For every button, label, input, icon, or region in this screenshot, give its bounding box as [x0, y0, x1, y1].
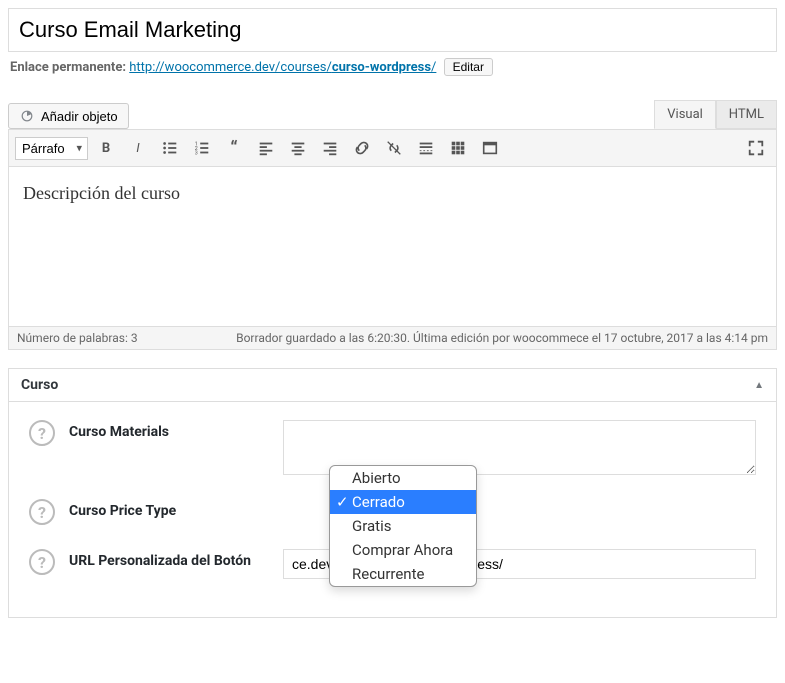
permalink-link[interactable]: http://woocommerce.dev/courses/curso-wor…	[129, 60, 436, 75]
format-select[interactable]: Párrafo	[15, 137, 88, 160]
option-abierto[interactable]: Abierto	[330, 466, 476, 490]
tab-html[interactable]: HTML	[716, 100, 777, 129]
media-icon	[19, 108, 35, 124]
collapse-icon: ▲	[754, 380, 764, 391]
align-right-button[interactable]	[316, 134, 344, 162]
help-icon[interactable]: ?	[29, 420, 55, 446]
price-type-dropdown: Abierto Cerrado Gratis Comprar Ahora Rec…	[329, 465, 477, 587]
word-count-label: Número de palabras: 3	[17, 331, 138, 345]
editor-content-area[interactable]: Descripción del curso	[8, 167, 777, 327]
price-type-label: Curso Price Type	[69, 499, 269, 519]
materials-label: Curso Materials	[69, 420, 269, 440]
toolbar-toggle-button[interactable]	[444, 134, 472, 162]
fullscreen-button[interactable]	[742, 134, 770, 162]
curso-metabox: Curso ▲ ? Curso Materials ? Curso Price …	[8, 368, 777, 618]
edit-slug-button[interactable]: Editar	[444, 58, 493, 76]
italic-button[interactable]: I	[124, 134, 152, 162]
link-button[interactable]	[348, 134, 376, 162]
align-left-button[interactable]	[252, 134, 280, 162]
insert-more-button[interactable]	[412, 134, 440, 162]
option-cerrado[interactable]: Cerrado	[330, 490, 476, 514]
post-title-input[interactable]	[8, 8, 777, 52]
blockquote-button[interactable]: “	[220, 134, 248, 162]
option-gratis[interactable]: Gratis	[330, 514, 476, 538]
save-status-label: Borrador guardado a las 6:20:30. Última …	[236, 331, 768, 345]
add-media-button[interactable]: Añadir objeto	[8, 103, 129, 129]
help-icon[interactable]: ?	[29, 499, 55, 525]
permalink-label: Enlace permanente:	[10, 60, 126, 75]
help-icon[interactable]: ?	[29, 549, 55, 575]
tab-visual[interactable]: Visual	[654, 100, 716, 129]
align-center-button[interactable]	[284, 134, 312, 162]
bullet-list-button[interactable]	[156, 134, 184, 162]
metabox-header[interactable]: Curso ▲	[9, 369, 776, 402]
numbered-list-button[interactable]: 123	[188, 134, 216, 162]
bold-button[interactable]: B	[92, 134, 120, 162]
option-comprar-ahora[interactable]: Comprar Ahora	[330, 538, 476, 562]
fullscreen-button-2[interactable]	[476, 134, 504, 162]
permalink-row: Enlace permanente: http://woocommerce.de…	[8, 52, 777, 82]
url-label: URL Personalizada del Botón	[69, 549, 269, 569]
svg-text:3: 3	[195, 150, 198, 156]
editor-toolbar: Párrafo B I 123 “	[8, 129, 777, 167]
unlink-button[interactable]	[380, 134, 408, 162]
option-recurrente[interactable]: Recurrente	[330, 562, 476, 586]
